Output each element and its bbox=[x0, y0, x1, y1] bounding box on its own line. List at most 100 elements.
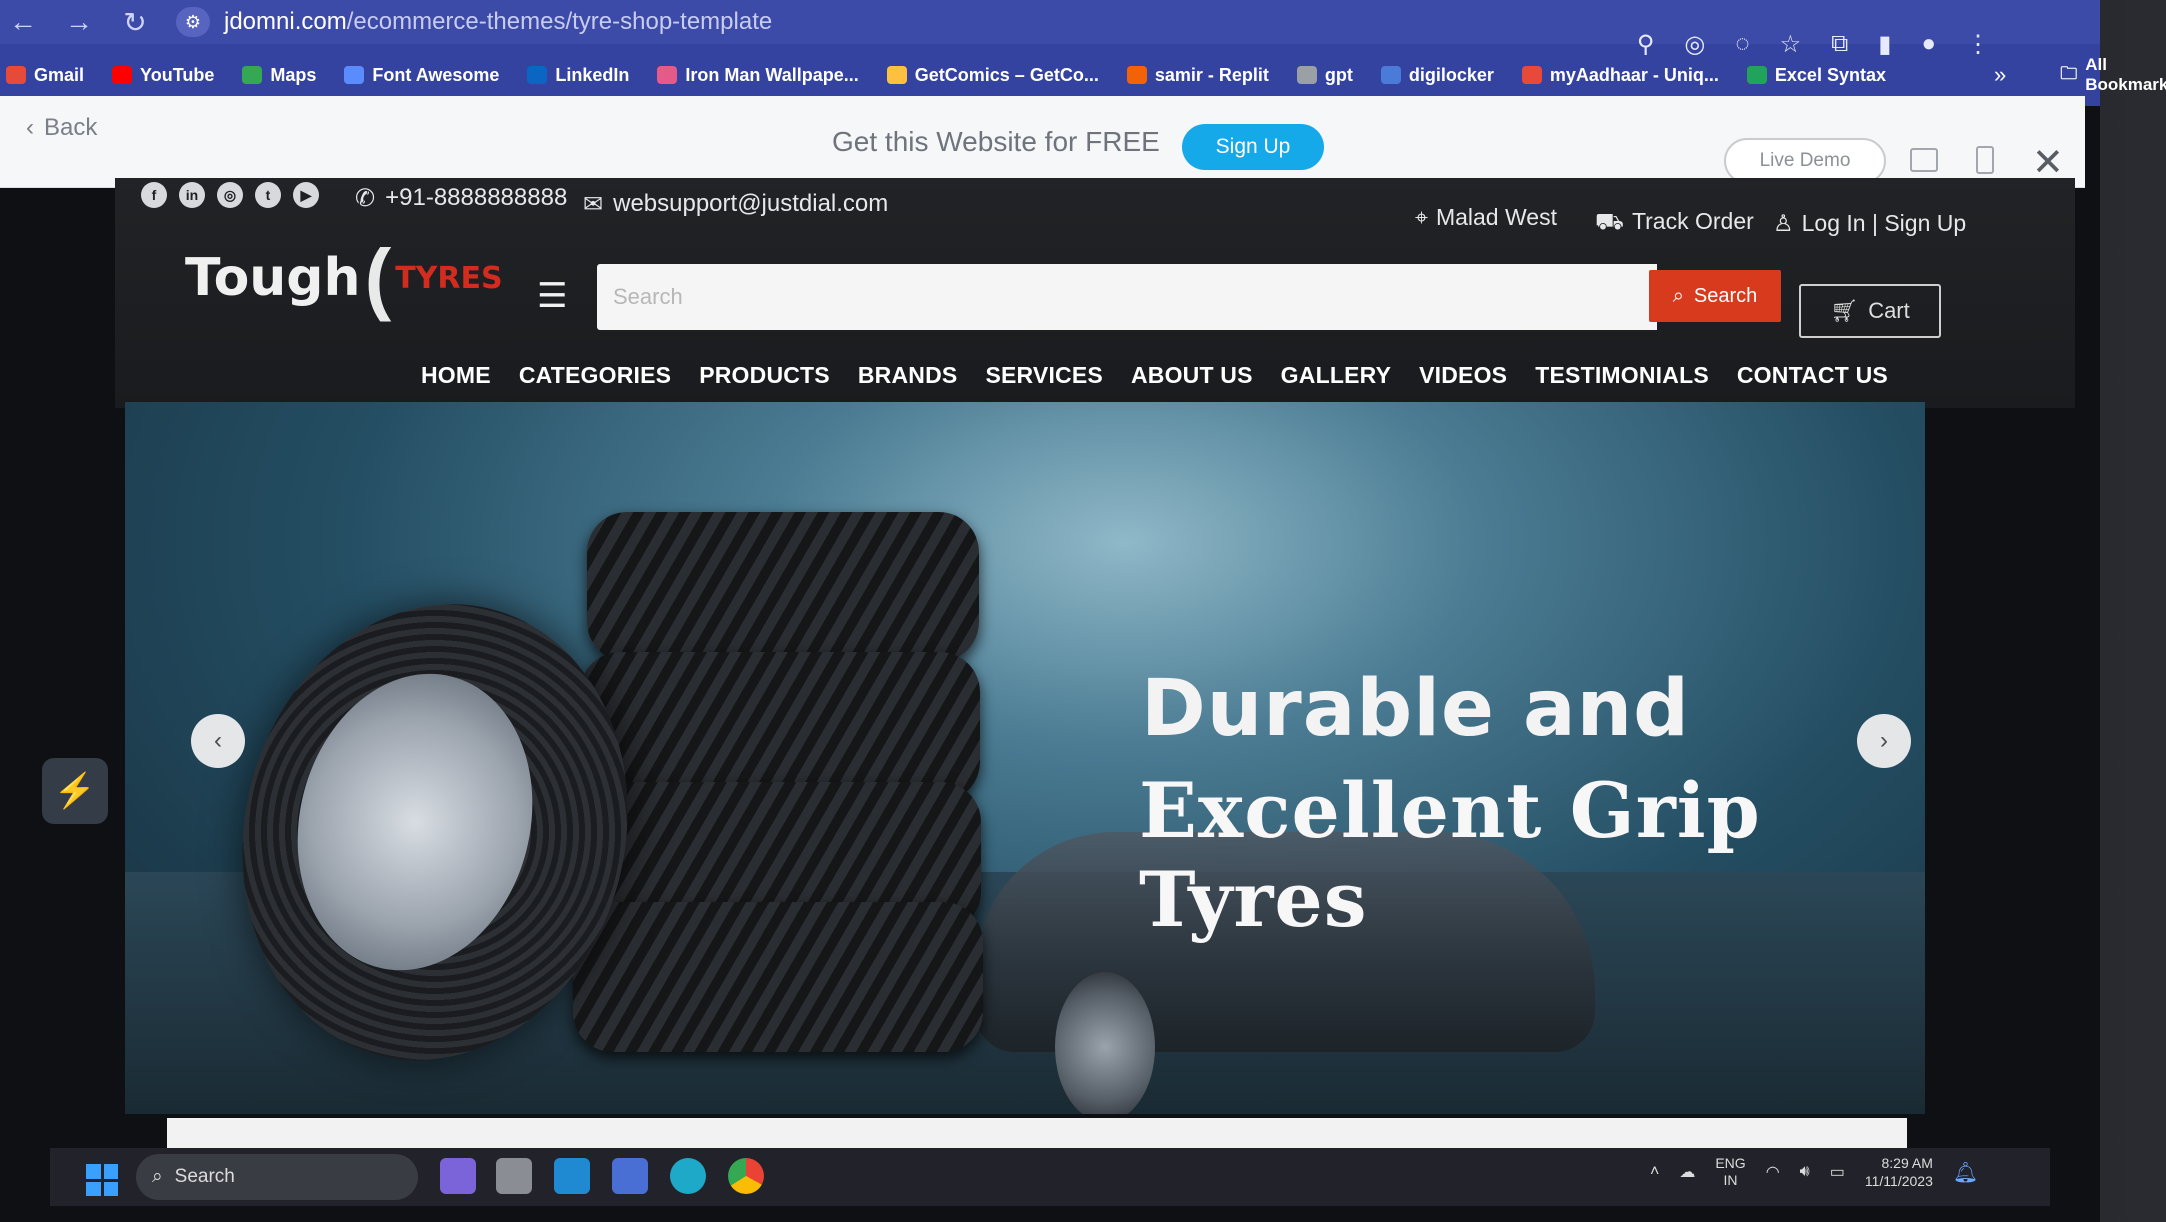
folder-icon: 🗀︎ bbox=[2060, 63, 2078, 83]
clock-date: 11/11/2023 bbox=[1864, 1173, 1933, 1190]
stacked-tyre-image bbox=[573, 902, 983, 1052]
chrome-browser-icon[interactable] bbox=[728, 1158, 764, 1194]
truck-icon: ⛟ bbox=[1595, 208, 1624, 234]
cart-icon: 🛒︎ bbox=[1830, 298, 1859, 323]
bookmark-favicon-icon bbox=[242, 66, 263, 84]
site-logo[interactable]: Tough ( TYRES bbox=[185, 238, 503, 318]
bookmark-item[interactable]: YouTube bbox=[112, 65, 214, 86]
wifi-icon[interactable]: ◠ bbox=[1766, 1162, 1780, 1182]
nav-item-videos[interactable]: VIDEOS bbox=[1419, 362, 1507, 389]
search-button[interactable]: ⌕ Search bbox=[1649, 270, 1781, 322]
nav-item-home[interactable]: HOME bbox=[421, 362, 491, 389]
bookmark-item[interactable]: myAadhaar - Uniq... bbox=[1521, 65, 1719, 86]
nav-item-brands[interactable]: BRANDS bbox=[858, 362, 958, 389]
youtube-icon[interactable]: ▶ bbox=[293, 182, 319, 208]
bookmark-favicon-icon bbox=[112, 66, 133, 84]
bookmarks-overflow-icon[interactable]: » bbox=[1994, 62, 2006, 88]
taskbar-search[interactable]: ⌕ Search bbox=[136, 1154, 418, 1200]
bookmark-label: samir - Replit bbox=[1154, 64, 1269, 85]
bookmark-item[interactable]: Excel Syntax bbox=[1746, 65, 1886, 86]
bookmark-label: gpt bbox=[1324, 64, 1353, 85]
nav-item-products[interactable]: PRODUCTS bbox=[699, 362, 830, 389]
teams-app-icon[interactable] bbox=[440, 1158, 476, 1194]
file-explorer-icon[interactable] bbox=[496, 1158, 532, 1194]
nav-item-gallery[interactable]: GALLERY bbox=[1281, 362, 1391, 389]
tyre-mark-icon: ( bbox=[364, 233, 392, 322]
language-code: ENG bbox=[1715, 1155, 1746, 1172]
desktop-preview-icon[interactable] bbox=[1910, 148, 1938, 172]
clock[interactable]: 8:29 AM 11/11/2023 bbox=[1865, 1154, 1933, 1190]
address-bar[interactable]: ⚙ jdomni.com/ecommerce-themes/tyre-shop-… bbox=[176, 7, 772, 37]
site-info-icon[interactable]: ⚙ bbox=[176, 7, 210, 37]
reload-icon[interactable]: ↻ bbox=[120, 6, 150, 39]
nav-item-testimonials[interactable]: TESTIMONIALS bbox=[1535, 362, 1709, 389]
extensions-puzzle-icon[interactable]: ⧉ bbox=[1831, 30, 1848, 59]
onedrive-cloud-icon[interactable]: ☁ bbox=[1679, 1162, 1695, 1182]
bookmark-favicon-icon bbox=[344, 66, 365, 84]
side-panel-icon[interactable]: ▮ bbox=[1878, 30, 1891, 59]
track-order-link[interactable]: ⛟ Track Order bbox=[1595, 208, 1754, 238]
battery-icon[interactable]: ▭ bbox=[1830, 1162, 1845, 1182]
bookmark-item[interactable]: gpt bbox=[1296, 64, 1353, 86]
nav-item-contact-us[interactable]: CONTACT US bbox=[1737, 362, 1888, 389]
forward-arrow-icon[interactable]: → bbox=[64, 6, 94, 38]
vscode-icon[interactable] bbox=[554, 1158, 590, 1194]
slider-next-button[interactable]: › bbox=[1857, 714, 1911, 768]
logo-tyres-text: TYRES bbox=[395, 260, 503, 296]
floating-side-badge-icon[interactable]: ⚡ bbox=[42, 758, 108, 824]
mobile-preview-icon[interactable] bbox=[1976, 146, 1994, 174]
bookmark-item[interactable]: Iron Man Wallpape... bbox=[657, 65, 859, 86]
windows-start-icon[interactable] bbox=[86, 1164, 118, 1196]
social-links: f in ◎ t ▶ bbox=[141, 182, 319, 208]
nav-item-services[interactable]: SERVICES bbox=[985, 362, 1103, 389]
taskbar-search-label: Search bbox=[174, 1166, 235, 1187]
volume-icon[interactable]: 🔊︎ bbox=[1800, 1163, 1810, 1181]
signup-button[interactable]: Sign Up bbox=[1182, 124, 1324, 170]
bookmark-label: LinkedIn bbox=[555, 64, 630, 85]
store-app-icon[interactable] bbox=[612, 1158, 648, 1194]
grammarly-icon[interactable]: ◎ bbox=[1684, 30, 1705, 59]
nav-item-about-us[interactable]: ABOUT US bbox=[1131, 362, 1253, 389]
search-input[interactable] bbox=[597, 264, 1657, 330]
hero-title-line-2: Excellent Grip Tyres bbox=[1139, 766, 1761, 944]
input-language[interactable]: ENG IN bbox=[1715, 1155, 1745, 1189]
hamburger-menu-icon[interactable]: ☰ bbox=[537, 276, 567, 316]
bookmark-item[interactable]: Gmail bbox=[6, 65, 84, 86]
bookmark-item[interactable]: samir - Replit bbox=[1126, 64, 1269, 86]
slider-prev-button[interactable]: ‹ bbox=[191, 714, 245, 768]
edge-browser-icon[interactable] bbox=[670, 1158, 706, 1194]
eye-off-icon[interactable]: ◌ bbox=[1735, 30, 1749, 59]
login-signup-link[interactable]: ♙ Log In | Sign Up bbox=[1773, 210, 1966, 237]
chevron-up-icon[interactable]: ˄ bbox=[1650, 1163, 1659, 1181]
bookmark-favicon-icon bbox=[657, 66, 678, 84]
back-link[interactable]: ‹ Back bbox=[26, 114, 97, 142]
facebook-icon[interactable]: f bbox=[141, 182, 167, 208]
cart-button[interactable]: 🛒︎ Cart bbox=[1799, 284, 1941, 338]
notification-bell-icon[interactable]: 🔔︎ bbox=[1953, 1160, 1978, 1185]
content-strip bbox=[167, 1118, 1907, 1152]
kebab-menu-icon[interactable]: ⋮ bbox=[1966, 30, 1990, 59]
nav-item-categories[interactable]: CATEGORIES bbox=[519, 362, 671, 389]
bookmark-star-icon[interactable]: ☆ bbox=[1780, 30, 1802, 59]
extension-icons: ⚲ ◎ ◌ ☆ ⧉ ▮ ● ⋮ bbox=[1637, 30, 1990, 59]
location-link[interactable]: ⌖ Malad West bbox=[1415, 204, 1557, 231]
bookmark-label: digilocker bbox=[1408, 64, 1494, 85]
instagram-icon[interactable]: ◎ bbox=[217, 182, 243, 208]
bookmark-item[interactable]: Font Awesome bbox=[344, 65, 499, 86]
bookmark-item[interactable]: GetComics – GetCo... bbox=[886, 65, 1099, 86]
profile-avatar-icon[interactable]: ● bbox=[1922, 30, 1937, 59]
twitter-icon[interactable]: t bbox=[255, 182, 281, 208]
bookmark-item[interactable]: digilocker bbox=[1380, 64, 1494, 86]
pin-extension-icon[interactable]: ⚲ bbox=[1637, 30, 1655, 59]
monitor-display: ← → ↻ ⚙ jdomni.com/ecommerce-themes/tyre… bbox=[0, 0, 2166, 1222]
phone-link[interactable]: ✆ +91-8888888888 bbox=[355, 184, 567, 213]
chevron-right-icon: › bbox=[1880, 727, 1888, 754]
email-link[interactable]: ✉ websupport@justdial.com bbox=[583, 190, 888, 219]
hero-title-line-1: Durable and bbox=[1141, 664, 1691, 754]
back-arrow-icon[interactable]: ← bbox=[8, 6, 38, 38]
user-icon: ♙ bbox=[1773, 210, 1794, 236]
all-bookmarks-folder[interactable]: 🗀︎ All Bookmarks bbox=[2060, 55, 2166, 95]
bookmark-item[interactable]: LinkedIn bbox=[527, 65, 629, 86]
bookmark-item[interactable]: Maps bbox=[242, 65, 316, 86]
linkedin-icon[interactable]: in bbox=[179, 182, 205, 208]
